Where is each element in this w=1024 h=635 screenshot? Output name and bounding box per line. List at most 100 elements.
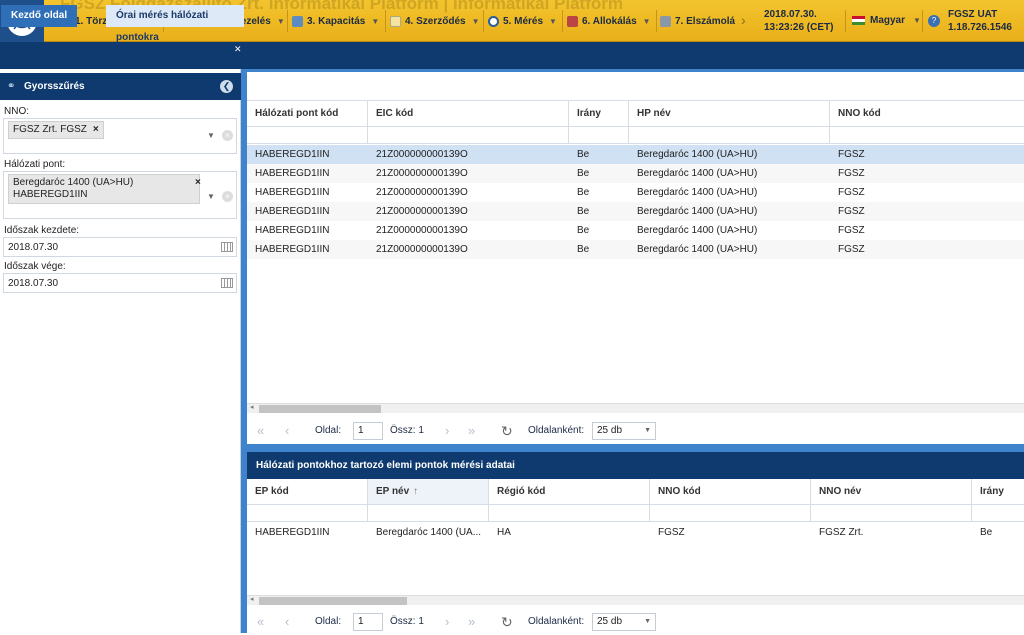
filter-input[interactable]	[650, 504, 811, 522]
prev-page-icon[interactable]: ‹	[285, 609, 289, 635]
prev-page-icon[interactable]: ‹	[285, 418, 289, 444]
chevron-down-icon: ▼	[276, 16, 285, 26]
table-row[interactable]: HABEREGD1IIN Beregdaróc 1400 (UA... HA F…	[247, 523, 1024, 542]
tab-hourly-measurement[interactable]: Órai mérés hálózati pontokra	[106, 5, 244, 43]
first-page-icon[interactable]: «	[257, 418, 264, 444]
menu-scroll-right-icon[interactable]: ›	[741, 12, 746, 28]
column-header-nno-name[interactable]: NNO név	[811, 479, 972, 504]
hp-name-cell: Beregdaróc 1400 (UA>HU)	[637, 206, 758, 217]
menu-allokalas[interactable]: 6. Allokálás ▼	[567, 8, 651, 34]
help-icon[interactable]: ?	[928, 15, 940, 27]
remove-tag-icon[interactable]: ×	[195, 177, 201, 189]
server-datetime: 2018.07.30. 13:23:26 (CET)	[764, 8, 833, 34]
period-start-input[interactable]: 2018.07.30	[3, 237, 237, 257]
table-row[interactable]: HABEREGD1IIN 21Z000000000139O Be Beregdaróc…	[247, 164, 1024, 183]
direction-cell: Be	[577, 168, 590, 179]
filter-input[interactable]	[247, 126, 368, 144]
page-input[interactable]: 1	[353, 613, 383, 631]
last-page-icon[interactable]: »	[468, 418, 475, 444]
filter-input[interactable]	[569, 126, 629, 144]
filter-input[interactable]	[811, 504, 972, 522]
table-row[interactable]: HABEREGD1IIN 21Z000000000139O Be Beregdaróc…	[247, 221, 1024, 240]
period-end-input[interactable]: 2018.07.30	[3, 273, 237, 293]
per-page-select[interactable]: 25 db ▼	[592, 422, 656, 440]
chevron-down-icon[interactable]: ▼	[207, 131, 215, 140]
table-row[interactable]: HABEREGD1IIN 21Z000000000139O Be Beregdaróc…	[247, 183, 1024, 202]
direction-cell: Be	[577, 225, 590, 236]
clear-icon[interactable]: ×	[222, 191, 233, 202]
horizontal-scrollbar[interactable]: ◂	[247, 403, 1024, 413]
version-number: 1.18.726.1546	[948, 22, 1012, 33]
last-page-icon[interactable]: »	[468, 609, 475, 635]
nno-tag-label: FGSZ Zrt. FGSZ	[13, 124, 87, 135]
table-row[interactable]: HABEREGD1IIN 21Z000000000139O Be Beregdaróc…	[247, 202, 1024, 221]
table-row[interactable]: HABEREGD1IIN 21Z000000000139O Be Beregdaróc…	[247, 145, 1024, 164]
menu-separator	[656, 10, 657, 32]
direction-cell: Be	[577, 206, 590, 217]
column-header-hp-name[interactable]: HP név	[629, 101, 830, 126]
scroll-left-icon[interactable]: ◂	[250, 403, 254, 411]
close-tab-icon[interactable]: ✕	[234, 44, 242, 55]
allocation-icon	[567, 15, 578, 27]
filter-input[interactable]	[830, 126, 1024, 144]
collapse-panel-icon[interactable]: ❮	[220, 80, 233, 93]
horizontal-scrollbar[interactable]: ◂	[247, 595, 1024, 605]
column-header-ep-name[interactable]: EP név ↑	[368, 479, 489, 504]
filter-input[interactable]	[247, 504, 368, 522]
chevron-down-icon: ▼	[471, 16, 480, 26]
column-header-nno-code[interactable]: NNO kód	[830, 101, 1024, 126]
printer-icon	[660, 15, 671, 27]
eic-code-cell: 21Z000000000139O	[376, 225, 468, 236]
menu-kapacitas[interactable]: 3. Kapacitás ▼	[292, 8, 379, 34]
scrollbar-thumb[interactable]	[259, 597, 407, 605]
remove-tag-icon[interactable]: ×	[93, 124, 99, 135]
page-input[interactable]: 1	[353, 422, 383, 440]
next-page-icon[interactable]: ›	[445, 418, 449, 444]
menu-separator	[287, 10, 288, 32]
filter-input[interactable]	[972, 504, 1024, 522]
direction-cell: Be	[577, 149, 590, 160]
column-header-ep-code[interactable]: EP kód	[247, 479, 368, 504]
clear-icon[interactable]: ×	[222, 130, 233, 141]
column-header-nno-code[interactable]: NNO kód	[650, 479, 811, 504]
table-row[interactable]: HABEREGD1IIN 21Z000000000139O Be Beregdaróc…	[247, 240, 1024, 259]
scrollbar-thumb[interactable]	[259, 405, 381, 413]
menu-meres[interactable]: 5. Mérés ▼	[488, 8, 557, 34]
per-page-select[interactable]: 25 db ▼	[592, 613, 656, 631]
column-header-network-point-code[interactable]: Hálózati pont kód	[247, 101, 368, 126]
tab-home[interactable]: Kezdő oldal	[1, 5, 78, 27]
column-header-direction[interactable]: Irány	[972, 479, 1024, 504]
server-time: 13:23:26 (CET)	[764, 22, 834, 33]
chevron-down-icon[interactable]: ▼	[207, 192, 215, 201]
first-page-icon[interactable]: «	[257, 609, 264, 635]
calendar-icon[interactable]	[221, 278, 233, 288]
environment-info: FGSZ UAT 1.18.726.1546	[948, 8, 1012, 34]
filter-input[interactable]	[629, 126, 830, 144]
column-header-region-code[interactable]: Régió kód	[489, 479, 650, 504]
column-header-eic-code[interactable]: EIC kód	[368, 101, 569, 126]
network-point-code-cell: HABEREGD1IIN	[255, 206, 330, 217]
next-page-icon[interactable]: ›	[445, 609, 449, 635]
hp-name-cell: Beregdaróc 1400 (UA>HU)	[637, 149, 758, 160]
binoculars-icon: ⚭	[7, 81, 16, 92]
column-header-direction[interactable]: Irány	[569, 101, 629, 126]
menu-elszamolas-label: 7. Elszámolá	[675, 15, 736, 27]
hungarian-flag-icon	[852, 16, 865, 25]
menu-elszamolas[interactable]: 7. Elszámolá	[660, 8, 735, 34]
filter-input[interactable]	[489, 504, 650, 522]
filter-input[interactable]	[368, 126, 569, 144]
hp-name-cell: Beregdaróc 1400 (UA>HU)	[637, 225, 758, 236]
refresh-icon[interactable]: ↻	[501, 418, 513, 444]
menu-separator	[845, 10, 846, 32]
calendar-icon[interactable]	[221, 242, 233, 252]
filter-input[interactable]	[368, 504, 489, 522]
network-point-multiselect[interactable]: Beregdaróc 1400 (UA>HU) HABEREGD1IIN × ▼…	[3, 171, 237, 219]
elementary-points-grid: EP kód EP név ↑ Régió kód NNO kód NNO név…	[247, 479, 1024, 633]
contract-icon	[390, 15, 401, 27]
nno-multiselect[interactable]: FGSZ Zrt. FGSZ × ▼ ×	[3, 118, 237, 154]
magnifier-icon	[488, 15, 499, 27]
scroll-left-icon[interactable]: ◂	[250, 595, 254, 603]
menu-szerzodes[interactable]: 4. Szerződés ▼	[390, 8, 480, 34]
refresh-icon[interactable]: ↻	[501, 609, 513, 635]
language-selector[interactable]: Magyar ▼	[852, 15, 921, 26]
